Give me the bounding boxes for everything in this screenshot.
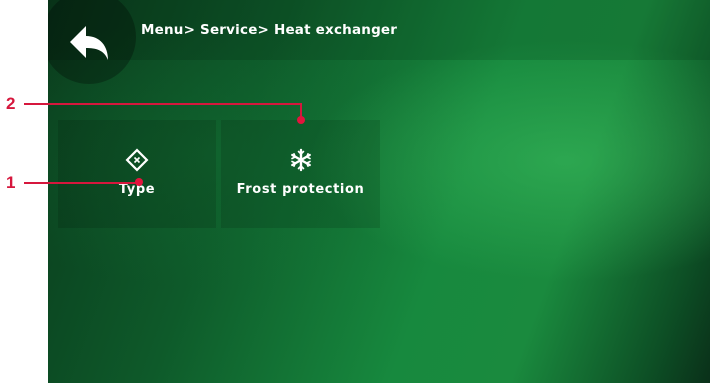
- callout-number-1: 1: [6, 173, 16, 192]
- callout-number-2: 2: [6, 94, 16, 113]
- callout-marker-2: [297, 116, 305, 124]
- type-tile-button[interactable]: Type: [58, 120, 216, 228]
- callout-line-1: [24, 182, 138, 184]
- diamond-x-icon: [125, 148, 149, 172]
- back-arrow-icon[interactable]: [66, 22, 118, 66]
- frost-protection-tile-label: Frost protection: [236, 182, 365, 197]
- snowflake-icon: [290, 148, 311, 172]
- frost-protection-tile-button[interactable]: Frost protection: [221, 120, 380, 228]
- callout-marker-1: [135, 178, 143, 186]
- touch-screen: Menu> Service> Heat exchanger Type Frost…: [48, 0, 710, 383]
- breadcrumb: Menu> Service> Heat exchanger: [141, 22, 398, 38]
- callout-line-2-horizontal: [24, 103, 301, 105]
